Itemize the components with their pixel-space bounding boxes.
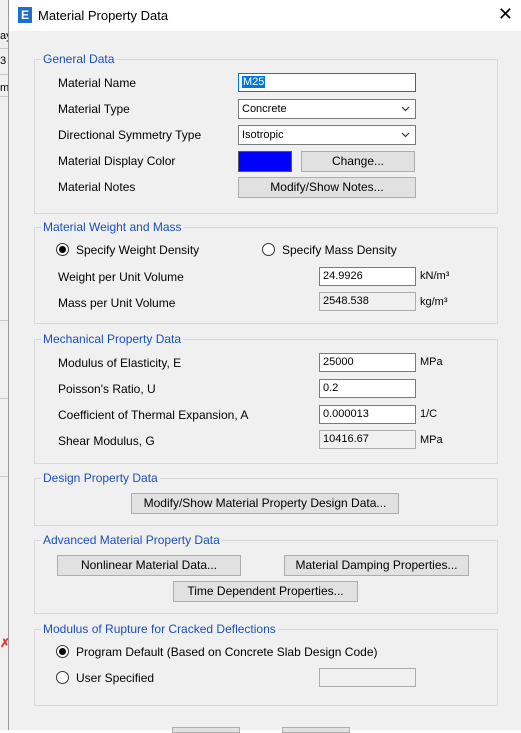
elasticity-unit: MPa	[420, 356, 443, 368]
weight-unit: kN/m³	[420, 270, 450, 282]
general-data-legend: General Data	[43, 52, 115, 66]
user-specified-input	[319, 668, 416, 687]
specify-weight-label: Specify Weight Density	[76, 243, 200, 257]
background-divider	[0, 320, 8, 321]
background-divider	[0, 398, 8, 399]
background-text-fragment: 3	[0, 55, 7, 67]
elasticity-input[interactable]: 25000	[319, 353, 416, 372]
program-default-label: Program Default (Based on Concrete Slab …	[76, 645, 378, 659]
mechanical-property-legend: Mechanical Property Data	[43, 332, 182, 346]
display-color-label: Material Display Color	[58, 154, 176, 168]
background-divider	[0, 48, 8, 49]
material-name-label: Material Name	[58, 76, 137, 90]
mass-per-volume-field: 2548.538	[319, 292, 416, 311]
mass-per-volume-label: Mass per Unit Volume	[58, 296, 176, 310]
weight-per-volume-input[interactable]: 24.9926	[319, 267, 416, 286]
ok-button[interactable]	[172, 727, 240, 733]
material-type-select[interactable]: Concrete	[238, 99, 416, 119]
shear-modulus-label: Shear Modulus, G	[58, 434, 155, 448]
background-window: ay 3 m ✗	[0, 0, 12, 730]
material-name-input[interactable]: M25	[238, 73, 416, 92]
elasticity-label: Modulus of Elasticity, E	[58, 356, 182, 370]
user-specified-label: User Specified	[76, 671, 155, 685]
close-icon[interactable]: ✕	[498, 4, 513, 24]
rupture-modulus-legend: Modulus of Rupture for Cracked Deflectio…	[43, 622, 276, 636]
thermal-expansion-input[interactable]: 0.000013	[319, 405, 416, 424]
symmetry-type-label: Directional Symmetry Type	[58, 128, 202, 142]
time-dependent-button[interactable]: Time Dependent Properties...	[173, 581, 358, 602]
poisson-ratio-label: Poisson's Ratio, U	[58, 382, 156, 396]
material-type-label: Material Type	[58, 102, 130, 116]
background-divider	[0, 476, 8, 477]
material-property-dialog: E Material Property Data ✕ General Data …	[8, 0, 521, 733]
cancel-button[interactable]	[282, 727, 350, 733]
material-notes-label: Material Notes	[58, 180, 136, 194]
damping-properties-button[interactable]: Material Damping Properties...	[284, 555, 469, 576]
weight-mass-legend: Material Weight and Mass	[43, 220, 182, 234]
thermal-expansion-unit: 1/C	[420, 408, 438, 420]
modify-notes-button[interactable]: Modify/Show Notes...	[238, 177, 416, 198]
specify-weight-radio[interactable]	[56, 243, 69, 256]
chevron-down-icon	[401, 132, 410, 138]
user-specified-radio[interactable]	[56, 671, 69, 684]
shear-modulus-field: 10416.67	[319, 430, 416, 449]
title-bar: E Material Property Data ✕	[9, 0, 521, 31]
material-name-value: M25	[242, 76, 266, 88]
nonlinear-data-button[interactable]: Nonlinear Material Data...	[57, 555, 241, 576]
mass-unit: kg/m³	[420, 296, 448, 308]
program-default-radio[interactable]	[56, 645, 69, 658]
specify-mass-label: Specify Mass Density	[282, 243, 397, 257]
shear-modulus-unit: MPa	[420, 434, 443, 446]
symmetry-type-select[interactable]: Isotropic	[238, 125, 416, 145]
rupture-modulus-group: Modulus of Rupture for Cracked Deflectio…	[34, 622, 498, 706]
display-color-swatch[interactable]	[238, 151, 292, 172]
symmetry-type-value: Isotropic	[242, 129, 284, 141]
poisson-ratio-input[interactable]: 0.2	[319, 379, 416, 398]
window-title: Material Property Data	[38, 8, 169, 23]
specify-mass-radio[interactable]	[262, 243, 275, 256]
chevron-down-icon	[401, 106, 410, 112]
design-property-legend: Design Property Data	[43, 471, 158, 485]
background-divider	[0, 74, 8, 75]
advanced-property-legend: Advanced Material Property Data	[43, 533, 220, 547]
design-data-button[interactable]: Modify/Show Material Property Design Dat…	[131, 493, 399, 514]
change-color-button[interactable]: Change...	[301, 151, 415, 172]
background-divider	[0, 96, 8, 97]
material-type-value: Concrete	[242, 103, 287, 115]
thermal-expansion-label: Coefficient of Thermal Expansion, A	[58, 408, 249, 422]
etabs-app-icon: E	[18, 7, 32, 23]
weight-per-volume-label: Weight per Unit Volume	[58, 270, 184, 284]
